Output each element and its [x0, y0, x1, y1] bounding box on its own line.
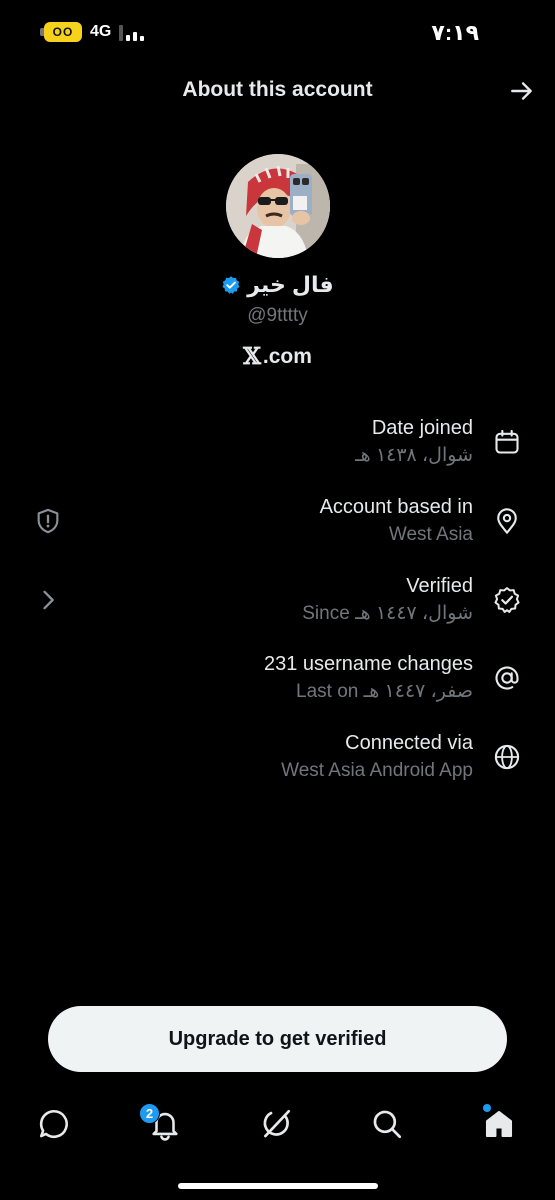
info-text: 231 username changes Last on صفر، ١٤٤٧ ه…: [264, 650, 473, 706]
info-row-connected-via: Connected via West Asia Android App: [0, 729, 555, 799]
notification-badge: 2: [139, 1103, 160, 1124]
x-logo-icon: 𝕏: [243, 343, 261, 370]
home-icon[interactable]: [482, 1107, 516, 1141]
website-domain: .com: [262, 344, 312, 368]
battery-label: OO: [52, 25, 74, 39]
info-value: شوال، ١٤٣٨ هـ: [355, 445, 473, 466]
chevron-right-icon[interactable]: [34, 586, 62, 614]
info-row-username-changes: 231 username changes Last on صفر، ١٤٤٧ ه…: [0, 650, 555, 720]
info-row-verified: Verified Since شوال، ١٤٤٧ هـ: [0, 572, 555, 642]
home-indicator[interactable]: [178, 1183, 378, 1189]
status-bar: OO 4G ٧:١٩: [0, 0, 555, 64]
grok-icon[interactable]: [259, 1107, 293, 1141]
upgrade-button[interactable]: Upgrade to get verified: [48, 1006, 507, 1072]
display-name: فال خير: [247, 272, 334, 297]
avatar[interactable]: [226, 154, 330, 258]
info-label: Verified: [406, 575, 473, 597]
battery-indicator: OO: [40, 22, 82, 42]
verified-badge-icon: [494, 587, 520, 613]
bottom-nav: 2: [0, 1095, 555, 1155]
info-value: Since شوال، ١٤٤٧ هـ: [302, 603, 473, 624]
info-text: Date joined شوال، ١٤٣٨ هـ: [355, 414, 473, 470]
status-left: OO 4G: [40, 22, 145, 42]
location-pin-icon: [497, 508, 517, 534]
info-text: Connected via West Asia Android App: [281, 729, 473, 785]
search-icon[interactable]: [370, 1107, 404, 1141]
status-time: ٧:١٩: [431, 20, 479, 45]
display-name-row: فال خير: [0, 272, 555, 298]
header: About this account: [0, 66, 555, 114]
network-type: 4G: [90, 23, 112, 40]
signal-icon: [119, 23, 145, 41]
info-row-account-based: Account based in West Asia: [0, 493, 555, 563]
info-label: Date joined: [371, 417, 473, 439]
info-value: Last on صفر، ١٤٤٧ هـ: [296, 681, 473, 702]
user-handle: @9tttty: [247, 305, 308, 326]
arrow-right-icon[interactable]: [509, 78, 535, 104]
globe-icon: [494, 744, 520, 770]
page-title: About this account: [182, 78, 373, 101]
info-value: West Asia Android App: [281, 760, 473, 781]
info-label: Connected via: [345, 732, 473, 754]
info-text: Verified Since شوال، ١٤٤٧ هـ: [302, 572, 473, 628]
verified-badge-icon: [222, 276, 240, 294]
calendar-icon: [495, 429, 519, 454]
shield-alert-icon[interactable]: [34, 507, 62, 535]
info-text: Account based in West Asia: [320, 493, 473, 549]
info-row-date-joined: Date joined شوال، ١٤٣٨ هـ: [0, 414, 555, 484]
info-label: Account based in: [319, 496, 473, 518]
info-label: 231 username changes: [263, 653, 473, 675]
at-sign-icon: [495, 666, 519, 690]
messages-icon[interactable]: [37, 1107, 71, 1141]
website-link[interactable]: 𝕏 .com: [0, 343, 555, 370]
info-value: West Asia: [388, 524, 473, 545]
home-unread-dot: [483, 1104, 491, 1112]
